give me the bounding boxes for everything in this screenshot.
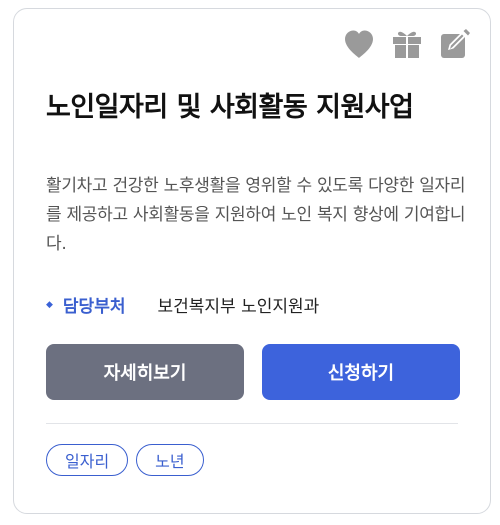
card-actions bbox=[342, 27, 472, 61]
divider bbox=[46, 423, 458, 424]
edit-icon bbox=[441, 29, 470, 58]
tag-elderly[interactable]: 노년 bbox=[136, 444, 204, 476]
edit-button[interactable] bbox=[438, 27, 472, 61]
diamond-bullet-icon: ◆ bbox=[46, 299, 53, 310]
tag-list: 일자리 노년 bbox=[46, 444, 204, 476]
service-card: 노인일자리 및 사회활동 지원사업 활기차고 건강한 노후생활을 영위할 수 있… bbox=[13, 8, 491, 514]
gift-button[interactable] bbox=[390, 27, 424, 61]
department-label: 담당부처 bbox=[62, 297, 126, 317]
heart-icon bbox=[345, 30, 373, 58]
favorite-button[interactable] bbox=[342, 27, 376, 61]
department-value: 보건복지부 노인지원과 bbox=[157, 297, 320, 317]
card-title: 노인일자리 및 사회활동 지원사업 bbox=[46, 92, 414, 123]
detail-button[interactable]: 자세히보기 bbox=[46, 344, 244, 400]
gift-icon bbox=[393, 31, 421, 58]
tag-job[interactable]: 일자리 bbox=[46, 444, 129, 476]
department-row: ◆ 담당부처 보건복지부 노인지원과 bbox=[46, 292, 319, 317]
apply-button[interactable]: 신청하기 bbox=[262, 344, 460, 400]
card-description: 활기차고 건강한 노후생활을 영위할 수 있도록 다양한 일자리를 제공하고 사… bbox=[46, 176, 466, 254]
